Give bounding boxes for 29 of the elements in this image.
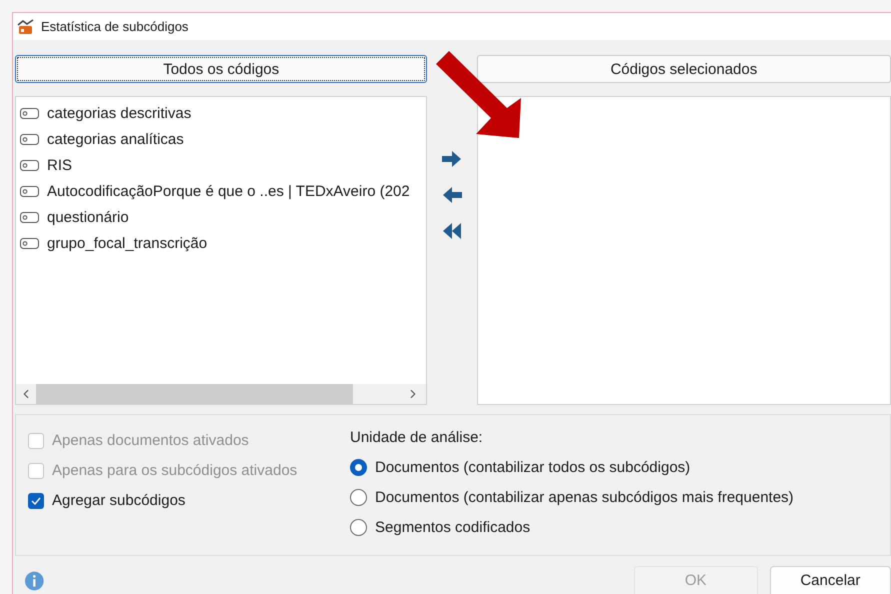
- code-item[interactable]: AutocodificaçãoPorque é que o ..es | TEDxAveiro (202: [47, 182, 410, 200]
- list-header-button[interactable]: Códigos selecionados: [476, 55, 891, 83]
- tag-icon: [20, 212, 39, 222]
- tag-icon: [20, 186, 39, 196]
- code-item[interactable]: questionário: [47, 208, 129, 226]
- radio-option[interactable]: Documentos (contabilizar todos os subcódigos): [350, 456, 794, 479]
- code-item[interactable]: grupo_focal_transcrição: [47, 234, 208, 252]
- checkbox-option[interactable]: Agregar subcódigos: [28, 489, 350, 512]
- radio-option[interactable]: Segmentos codificados: [350, 516, 794, 539]
- right-arrow-icon[interactable]: [442, 150, 462, 168]
- scrollbar-thumb[interactable]: [36, 384, 353, 404]
- tag-icon: [20, 108, 39, 118]
- radio-option[interactable]: Documentos (contabilizar apenas subcódigos mais frequentes): [350, 486, 794, 509]
- code-item[interactable]: RIS: [47, 156, 72, 174]
- double-left-arrow-icon[interactable]: [442, 222, 462, 240]
- group-label: Unidade de análise:: [350, 429, 484, 448]
- check-icon: [31, 496, 41, 504]
- window-title: Estatística de subcódigos: [41, 19, 188, 34]
- left-arrow-icon[interactable]: [442, 186, 462, 204]
- horizontal-scrollbar[interactable]: [16, 384, 426, 404]
- app-logo-icon: [17, 18, 35, 34]
- tag-icon: [20, 160, 39, 170]
- code-item[interactable]: categorias analíticas: [47, 130, 184, 148]
- list-header-button[interactable]: Todos os códigos: [15, 55, 428, 83]
- code-item[interactable]: categorias descritivas: [47, 104, 192, 122]
- tag-icon: [20, 238, 39, 248]
- info-icon[interactable]: [25, 571, 44, 591]
- tag-icon: [20, 134, 39, 144]
- dialog-button[interactable]: Cancelar: [770, 566, 891, 594]
